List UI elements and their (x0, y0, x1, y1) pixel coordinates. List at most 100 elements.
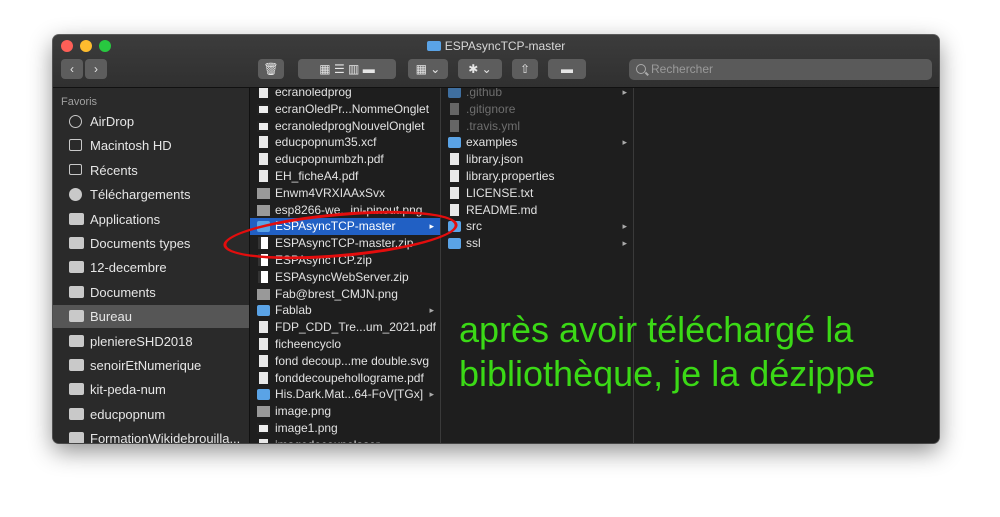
image-file-icon (257, 288, 270, 300)
folder-icon (69, 334, 84, 347)
chevron-right-icon: ▸ (429, 389, 434, 400)
sidebar-item[interactable]: Applications (53, 208, 249, 231)
share-button[interactable]: ⇧ (512, 59, 538, 79)
list-item[interactable]: His.Dark.Mat...64-FoV[TGx] ▸ (250, 386, 440, 403)
image-file-icon (257, 406, 270, 418)
window-title: ESPAsyncTCP-master (53, 39, 939, 53)
column-bureau: ecranoledprog ecranOledPr...NommeOnglet ec… (250, 88, 441, 443)
document-icon (450, 203, 459, 216)
action-button[interactable]: ✱ ⌄ (458, 59, 502, 79)
list-item[interactable]: FDP_CDD_Tre...um_2021.pdf (250, 319, 440, 336)
sidebar-item-label: AirDrop (90, 114, 135, 129)
document-icon (259, 136, 268, 149)
list-item[interactable]: README.md (441, 202, 633, 219)
list-item-label: ecranoledprog (275, 88, 352, 99)
list-item[interactable]: Enwm4VRXIAAxSvx (250, 185, 440, 202)
sidebar-item[interactable]: 12-decembre (53, 256, 249, 279)
list-item[interactable]: library.properties (441, 168, 633, 185)
sidebar-item[interactable]: Documents types (53, 232, 249, 255)
sidebar-item[interactable]: Récents (53, 159, 249, 182)
window-title-label: ESPAsyncTCP-master (444, 39, 566, 53)
list-item-label: ficheencyclo (275, 337, 342, 351)
sidebar-item-label: Documents types (90, 236, 191, 251)
list-item[interactable]: .travis.yml (441, 118, 633, 135)
airdrop-icon (69, 115, 82, 128)
search-field[interactable]: Rechercher (629, 59, 932, 80)
list-item[interactable]: fond decoup...me double.svg (250, 353, 440, 370)
list-item[interactable]: imagedecoupelaser (250, 437, 440, 443)
list-item[interactable]: educpopnum35.xcf (250, 134, 440, 151)
sidebar-heading: Favoris (61, 96, 98, 108)
arrange-button[interactable]: ▦ ⌄ (408, 59, 448, 79)
list-item-label: ecranoledprogNouvelOnglet (275, 118, 425, 133)
list-item[interactable]: ecranoledprog (250, 88, 440, 101)
list-item-label: image1.png (275, 421, 338, 435)
sidebar-item-label: educpopnum (90, 406, 166, 422)
list-item[interactable]: fonddecoupehollograme.pdf (250, 370, 440, 387)
sidebar-item-label: Documents (90, 284, 156, 300)
folder-icon (257, 389, 270, 401)
folder-icon (69, 407, 84, 420)
list-item-label: examples (466, 135, 518, 150)
list-item[interactable]: ecranoledprogNouvelOnglet (250, 118, 440, 135)
sidebar-item[interactable]: FormationWikidebrouilla... (53, 427, 249, 443)
list-item[interactable]: .gitignore (441, 101, 633, 118)
annotation-text-line1: après avoir téléchargé la (459, 309, 854, 350)
back-button[interactable]: ‹ (61, 59, 83, 79)
list-item[interactable]: Fab@brest_CMJN.png (250, 286, 440, 303)
list-item-label: src (466, 219, 482, 234)
chevron-right-icon: ▸ (622, 238, 627, 249)
list-item-label: educpopnumbzh.pdf (275, 152, 384, 167)
trash-button[interactable]: 🗑 (258, 59, 284, 79)
document-icon (259, 371, 268, 384)
list-item[interactable]: ecranOledPr...NommeOnglet (250, 101, 440, 118)
annotation-text-line2: bibliothèque, je la dézippe (459, 353, 876, 394)
sidebar-item[interactable]: AirDrop (53, 110, 249, 133)
list-item[interactable]: LICENSE.txt (441, 185, 633, 202)
sidebar-item-label: FormationWikidebrouilla... (90, 431, 241, 443)
document-icon (259, 438, 268, 443)
sidebar-item[interactable]: Macintosh HD (53, 134, 249, 157)
list-item-label: ssl (466, 236, 481, 251)
sidebar-item[interactable]: Téléchargements (53, 183, 249, 206)
document-icon (257, 423, 270, 434)
sidebar-item[interactable]: educpopnum (53, 403, 249, 426)
list-item[interactable]: examples ▸ (441, 134, 633, 151)
sidebar-item-label: Applications (90, 211, 161, 227)
list-item[interactable]: educpopnumbzh.pdf (250, 151, 440, 168)
sidebar-item[interactable]: pleniereSHD2018 (53, 330, 249, 353)
sidebar-item[interactable]: Documents (53, 281, 249, 304)
sidebar-item-label: Bureau (90, 309, 132, 325)
list-item-label: ecranOledPr...NommeOnglet (275, 101, 430, 116)
list-item[interactable]: src ▸ (441, 218, 633, 235)
list-item[interactable]: EH_ficheA4.pdf (250, 168, 440, 185)
list-item[interactable]: ficheencyclo (250, 336, 440, 353)
list-item-label: FDP_CDD_Tre...um_2021.pdf (275, 320, 436, 335)
document-icon (450, 153, 459, 166)
list-item-label: ESPAsyncWebServer.zip (275, 269, 409, 284)
list-item-label: .travis.yml (466, 118, 520, 133)
sidebar-item[interactable]: senoirEtNumerique (53, 354, 249, 377)
list-item-label: Enwm4VRXIAAxSvx (275, 185, 386, 200)
list-item[interactable]: ssl ▸ (441, 235, 633, 252)
list-item[interactable]: library.json (441, 151, 633, 168)
view-mode-group[interactable]: ▦ ☰ ▥ ▬ (298, 59, 396, 79)
sidebar-item[interactable]: kit-peda-num (53, 378, 249, 401)
sidebar-item[interactable]: Bureau (53, 305, 249, 329)
list-item[interactable]: Fablab ▸ (250, 302, 440, 319)
chevron-right-icon: ▸ (429, 305, 434, 316)
applications-icon (69, 212, 84, 225)
forward-button[interactable]: › (85, 59, 107, 79)
list-item[interactable]: image1.png (250, 420, 440, 437)
list-item[interactable]: image.png (250, 403, 440, 420)
folder-icon (69, 432, 84, 443)
folder-icon (448, 137, 461, 149)
list-item[interactable]: .github ▸ (441, 88, 633, 101)
sidebar-item-label: Macintosh HD (90, 138, 172, 154)
sidebar-item-label: 12-decembre (90, 260, 167, 276)
folder-icon (448, 238, 461, 250)
list-item-label: README.md (466, 202, 538, 217)
list-item[interactable]: ESPAsyncWebServer.zip (250, 269, 440, 286)
tags-button[interactable]: ▬ (548, 59, 586, 79)
sidebar: Favoris AirDrop Macintosh HD Récents Téléch… (53, 88, 250, 443)
